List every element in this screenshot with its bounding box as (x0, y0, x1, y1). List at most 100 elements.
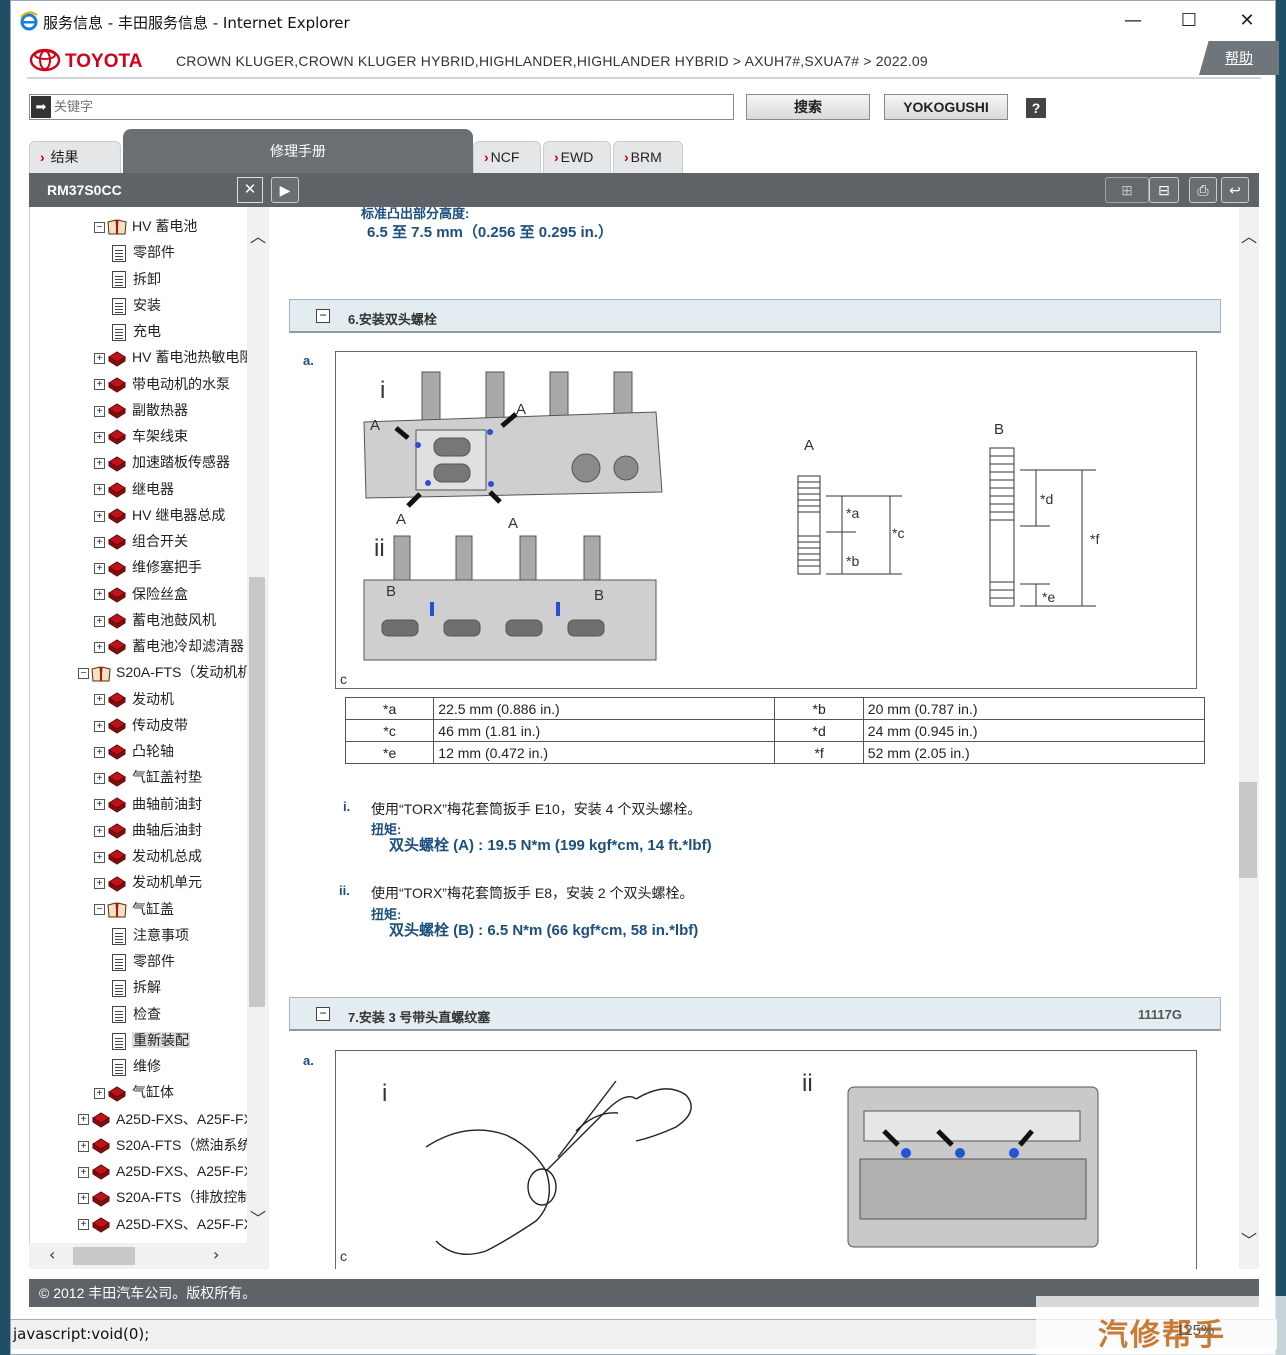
expand-icon[interactable]: + (94, 379, 105, 391)
scroll-thumb[interactable] (249, 577, 265, 1007)
expand-icon[interactable]: + (94, 825, 105, 837)
tree-node[interactable]: 重新装配 (112, 1027, 190, 1053)
tree-node[interactable]: + 传动皮带 (94, 712, 189, 738)
expand-icon[interactable]: + (94, 589, 105, 601)
expand-icon[interactable]: + (94, 746, 105, 758)
expand-icon[interactable]: + (94, 799, 105, 811)
collapse-icon[interactable]: − (316, 1007, 330, 1021)
expand-icon[interactable]: + (94, 536, 105, 548)
expand-icon[interactable]: + (94, 484, 105, 496)
tree-node[interactable]: + 气缸盖衬垫 (94, 764, 203, 790)
scroll-right-icon[interactable]: › (213, 1245, 219, 1264)
expand-icon[interactable]: + (94, 773, 105, 785)
scroll-left-icon[interactable]: ‹ (49, 1245, 55, 1264)
back-icon[interactable]: ↩ (1221, 177, 1249, 203)
tree-node[interactable]: 充电 (112, 318, 162, 344)
expand-icon[interactable]: + (94, 353, 105, 365)
tab-ncf[interactable]: › NCF (473, 141, 541, 173)
maximize-button[interactable]: ☐ (1167, 7, 1211, 35)
expand-icon[interactable]: + (78, 1166, 89, 1178)
scroll-up-icon[interactable]: ︿ (250, 223, 266, 247)
tree-node[interactable]: 零部件 (112, 239, 176, 265)
tree-node[interactable]: + S20A-FTS（排放控制 (78, 1184, 252, 1210)
tree-node[interactable]: 安装 (112, 292, 162, 318)
scroll-thumb[interactable] (73, 1247, 135, 1265)
tree-node[interactable]: + A25D-FXS、A25F-FX (78, 1106, 254, 1132)
zoom-level[interactable]: 125% (1176, 1322, 1214, 1339)
toyota-logo[interactable]: TOYOTA (29, 47, 159, 73)
scroll-down-icon[interactable]: ﹀ (250, 1205, 266, 1229)
collapse-icon[interactable]: − (94, 221, 105, 233)
tree-node[interactable]: + 曲轴前油封 (94, 791, 203, 817)
tree-node[interactable]: + 保险丝盒 (94, 581, 189, 607)
expand-icon[interactable]: + (78, 1193, 89, 1205)
tree-node[interactable]: + 凸轮轴 (94, 738, 175, 764)
expand-icon[interactable]: + (78, 1140, 89, 1152)
tree-vertical-scrollbar[interactable]: ︿ ﹀ (247, 207, 269, 1243)
expand-icon[interactable]: + (94, 851, 105, 863)
expand-icon[interactable]: + (94, 878, 105, 890)
tree-node[interactable]: + 发动机单元 (94, 869, 203, 895)
expand-icon[interactable]: + (78, 1219, 89, 1231)
expand-icon[interactable]: + (94, 458, 105, 470)
expand-all-icon[interactable]: ⊞ (1105, 177, 1149, 203)
expand-icon[interactable]: + (94, 563, 105, 575)
tree-node[interactable]: + 曲轴后油封 (94, 817, 203, 843)
expand-icon[interactable]: + (94, 510, 105, 522)
expand-icon[interactable]: + (94, 615, 105, 627)
tree-node[interactable]: + A25D-FXS、A25F-FX (78, 1211, 254, 1237)
expand-icon[interactable]: + (94, 405, 105, 417)
tree-node[interactable]: + 组合开关 (94, 528, 189, 554)
expand-icon[interactable]: + (94, 1088, 105, 1100)
step-7-header[interactable]: − 7.安装 3 号带头直螺纹塞 11117G (289, 997, 1221, 1031)
scroll-down-icon[interactable]: ﹀ (1241, 1227, 1257, 1251)
scroll-thumb[interactable] (1239, 782, 1257, 878)
collapse-icon[interactable]: − (94, 904, 105, 916)
yokogushi-button[interactable]: YOKOGUSHI (884, 94, 1008, 120)
tree-node[interactable]: − S20A-FTS（发动机机械 (78, 659, 266, 685)
tab-repair-manual[interactable]: 修理手册 (123, 129, 473, 173)
help-link[interactable]: 帮助 (1199, 41, 1279, 75)
tree-node[interactable]: + HV 继电器总成 (94, 502, 226, 528)
close-tree-button[interactable]: ✕ (237, 177, 263, 203)
step-6-header[interactable]: − 6.安装双头螺栓 (289, 299, 1221, 333)
minimize-button[interactable]: — (1111, 7, 1155, 35)
collapse-icon[interactable]: − (316, 309, 330, 323)
tree-node[interactable]: 检查 (112, 1001, 162, 1027)
close-window-button[interactable]: ✕ (1225, 7, 1269, 35)
scroll-up-icon[interactable]: ︿ (1241, 223, 1257, 247)
collapse-all-icon[interactable]: ⊟ (1149, 177, 1179, 203)
tree-node[interactable]: − HV 蓄电池 (94, 213, 198, 239)
tree-node[interactable]: 拆解 (112, 974, 162, 1000)
expand-icon[interactable]: + (94, 720, 105, 732)
tree-node[interactable]: 维修 (112, 1053, 162, 1079)
tree-node[interactable]: + 发动机 (94, 686, 175, 712)
tree-node[interactable]: + 蓄电池鼓风机 (94, 607, 217, 633)
keyword-search-input[interactable] (54, 97, 724, 117)
tree-node[interactable]: + 带电动机的水泵 (94, 371, 231, 397)
tree-node[interactable]: − 气缸盖 (94, 896, 175, 922)
expand-icon[interactable]: + (78, 1114, 89, 1126)
help-question-icon[interactable]: ? (1026, 98, 1046, 118)
tree-horizontal-scrollbar[interactable]: ‹ › (29, 1243, 269, 1269)
search-button[interactable]: 搜索 (746, 94, 870, 120)
expand-icon[interactable]: + (94, 641, 105, 653)
tree-node[interactable]: + A25D-FXS、A25F-FX (78, 1158, 254, 1184)
collapse-icon[interactable]: − (78, 668, 89, 680)
tree-node[interactable]: + 气缸体 (94, 1079, 175, 1105)
tree-node[interactable]: 注意事项 (112, 922, 190, 948)
tree-node[interactable]: + 加速踏板传感器 (94, 449, 231, 475)
tab-brm[interactable]: › BRM (613, 141, 683, 173)
tree-node[interactable]: + 维修塞把手 (94, 554, 203, 580)
print-icon[interactable]: ⎙ (1189, 177, 1217, 203)
tab-results[interactable]: › 结果 (29, 141, 121, 173)
tree-node[interactable]: + 继电器 (94, 476, 175, 502)
tree-node[interactable]: + 蓄电池冷却滤清器 (94, 633, 245, 659)
tree-node[interactable]: + HV 蓄电池热敏电阻 (94, 344, 254, 370)
tree-node[interactable]: + 副散热器 (94, 397, 189, 423)
play-icon[interactable]: ▶ (271, 177, 299, 203)
tree-node[interactable]: + 车架线束 (94, 423, 189, 449)
tree-node[interactable]: 拆卸 (112, 266, 162, 292)
expand-icon[interactable]: + (94, 431, 105, 443)
expand-icon[interactable]: + (94, 694, 105, 706)
